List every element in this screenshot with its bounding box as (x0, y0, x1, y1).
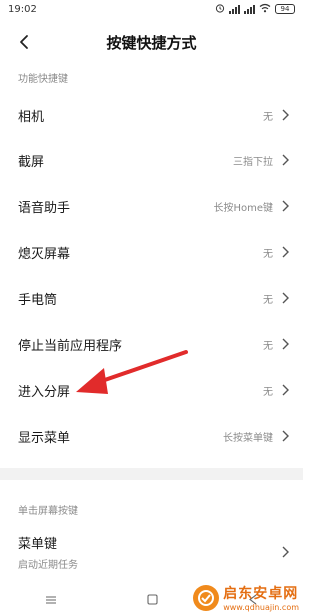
watermark-url: www.qdhuajin.com (223, 603, 299, 612)
signal-icon (229, 4, 240, 14)
row-flashlight[interactable]: 手电筒 无 (0, 276, 303, 320)
chevron-right-icon (281, 338, 289, 350)
row-label: 进入分屏 (18, 384, 71, 400)
chevron-right-icon (281, 154, 289, 166)
status-time: 19:02 (8, 3, 37, 15)
section-label-screen-keys: 单击屏幕按键 (18, 506, 78, 517)
status-icons: 94 (215, 3, 295, 16)
header: 按键快捷方式 (0, 24, 303, 60)
row-value: 长按Home键 (213, 202, 273, 214)
chevron-right-icon (281, 200, 289, 212)
back-button[interactable] (12, 30, 36, 54)
row-label: 停止当前应用程序 (18, 338, 123, 354)
row-screen-off[interactable]: 熄灭屏幕 无 (0, 230, 303, 274)
row-value: 长按菜单键 (223, 432, 273, 444)
row-texts: 菜单键 启动近期任务 (18, 533, 281, 571)
row-label: 截屏 (18, 154, 45, 170)
row-menu-key[interactable]: 菜单键 启动近期任务 (0, 527, 303, 577)
wifi-icon (259, 3, 271, 16)
row-value: 无 (263, 340, 273, 352)
home-icon (147, 593, 158, 605)
home-nav-button[interactable] (147, 590, 158, 609)
row-screenshot[interactable]: 截屏 三指下拉 (0, 138, 303, 182)
row-stop-app[interactable]: 停止当前应用程序 无 (0, 322, 303, 366)
chevron-right-icon (281, 246, 289, 258)
row-value: 无 (263, 386, 273, 398)
chevron-right-icon (281, 546, 289, 558)
row-label: 相机 (18, 109, 45, 125)
row-label: 熄灭屏幕 (18, 246, 71, 262)
row-value: 无 (263, 248, 273, 260)
signal-icon-2 (244, 4, 255, 14)
chevron-right-icon (281, 292, 289, 304)
chevron-right-icon (281, 109, 289, 121)
row-label: 手电筒 (18, 292, 58, 308)
watermark-title: 启东安卓网 (223, 586, 299, 602)
row-voice-assistant[interactable]: 语音助手 长按Home键 (0, 184, 303, 228)
row-label: 菜单键 (18, 537, 58, 552)
alarm-icon (215, 3, 225, 16)
section-divider (0, 468, 303, 480)
page-title: 按键快捷方式 (106, 33, 197, 52)
row-sublabel: 启动近期任务 (18, 560, 78, 571)
status-bar: 19:02 94 (0, 0, 303, 18)
row-value: 三指下拉 (233, 156, 273, 168)
row-split-screen[interactable]: 进入分屏 无 (0, 368, 303, 412)
chevron-left-icon (20, 35, 28, 49)
watermark-logo-icon (193, 584, 220, 611)
menu-nav-button[interactable] (45, 590, 57, 609)
row-camera[interactable]: 相机 无 (0, 93, 303, 137)
row-value: 无 (263, 111, 273, 123)
chevron-right-icon (281, 384, 289, 396)
row-label: 语音助手 (18, 200, 71, 216)
watermark: 启东安卓网 www.qdhuajin.com (193, 583, 299, 612)
row-show-menu[interactable]: 显示菜单 长按菜单键 (0, 414, 303, 458)
section-label-function-keys: 功能快捷键 (18, 74, 68, 85)
menu-icon (46, 595, 56, 604)
row-label: 显示菜单 (18, 430, 71, 446)
row-value: 无 (263, 294, 273, 306)
watermark-text: 启东安卓网 www.qdhuajin.com (223, 583, 299, 612)
chevron-right-icon (281, 430, 289, 442)
battery-icon: 94 (275, 4, 295, 14)
